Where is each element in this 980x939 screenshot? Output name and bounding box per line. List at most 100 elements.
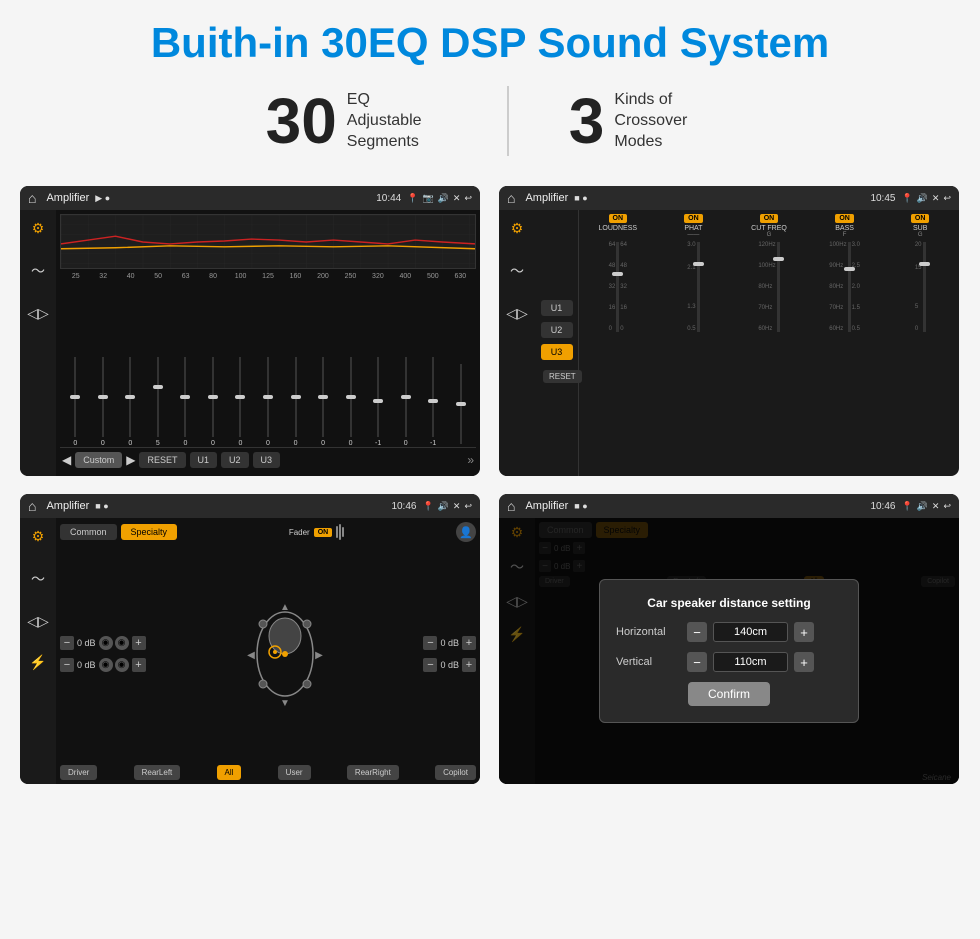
status-icons-3: 📍 🔊 ✕ ↩ bbox=[422, 501, 472, 512]
all-btn[interactable]: All bbox=[217, 765, 242, 780]
stat-eq-number: 30 bbox=[266, 89, 337, 153]
status-bar-3: ⌂ Amplifier ■ ● 10:46 📍 🔊 ✕ ↩ bbox=[20, 494, 480, 518]
freq-250: 250 bbox=[337, 273, 364, 280]
time-4: 10:46 bbox=[870, 501, 895, 512]
spk-wave-icon[interactable]: 〜 bbox=[27, 565, 49, 593]
status-icons-4: 📍 🔊 ✕ ↩ bbox=[901, 501, 951, 512]
db-val-2: 0 dB bbox=[77, 660, 96, 670]
u2-btn[interactable]: U2 bbox=[221, 452, 249, 468]
plus-btn-2[interactable]: + bbox=[132, 658, 146, 672]
speaker-content: ⚙ 〜 ◁▷ ⚡ Common Specialty Fader ON bbox=[20, 518, 480, 784]
horizontal-plus[interactable]: + bbox=[794, 622, 814, 642]
stat-eq-label: EQ Adjustable Segments bbox=[347, 90, 447, 152]
vertical-plus[interactable]: + bbox=[794, 652, 814, 672]
vertical-label: Vertical bbox=[616, 656, 681, 668]
driver-btn[interactable]: Driver bbox=[60, 765, 97, 780]
custom-btn[interactable]: Custom bbox=[75, 452, 122, 468]
phat-label: PHAT bbox=[684, 225, 702, 232]
home-icon-2[interactable]: ⌂ bbox=[507, 190, 515, 206]
u1-btn[interactable]: U1 bbox=[190, 452, 218, 468]
u2-selector[interactable]: U2 bbox=[541, 322, 573, 338]
reset-btn[interactable]: RESET bbox=[139, 452, 185, 468]
db-val-1: 0 dB bbox=[77, 638, 96, 648]
fader-on-badge: ON bbox=[314, 528, 333, 537]
status-bar-4: ⌂ Amplifier ■ ● 10:46 📍 🔊 ✕ ↩ bbox=[499, 494, 959, 518]
spk-vol-icon[interactable]: ◁▷ bbox=[23, 609, 53, 634]
rearleft-btn[interactable]: RearLeft bbox=[134, 765, 181, 780]
slider-10: 0 bbox=[310, 357, 337, 447]
page-title: Buith-in 30EQ DSP Sound System bbox=[151, 20, 829, 66]
gps-icon-2: 📍 bbox=[901, 193, 912, 204]
spk-eq-icon[interactable]: ⚙ bbox=[28, 524, 49, 549]
volume-icon-3: 🔊 bbox=[438, 501, 449, 512]
freq-160: 160 bbox=[282, 273, 309, 280]
sub-type: G bbox=[918, 232, 923, 238]
eq-curve-svg bbox=[61, 215, 475, 268]
plus-btn-3[interactable]: + bbox=[462, 636, 476, 650]
vertical-minus[interactable]: − bbox=[687, 652, 707, 672]
loudness-label: LOUDNESS bbox=[599, 225, 638, 232]
stat-crossover: 3 Kinds of Crossover Modes bbox=[569, 89, 715, 153]
user-icon[interactable]: 👤 bbox=[456, 522, 476, 542]
u1-selector[interactable]: U1 bbox=[541, 300, 573, 316]
stat-eq: 30 EQ Adjustable Segments bbox=[266, 89, 447, 153]
common-tab[interactable]: Common bbox=[60, 524, 117, 540]
horizontal-minus[interactable]: − bbox=[687, 622, 707, 642]
confirm-button[interactable]: Confirm bbox=[688, 682, 770, 706]
cross-vol-icon[interactable]: ◁▷ bbox=[502, 301, 532, 326]
slider-3: 0 bbox=[117, 357, 144, 447]
expand-icon[interactable]: » bbox=[467, 453, 474, 467]
spk-icon-1: ◉ bbox=[99, 636, 113, 650]
cross-body: U1 U2 U3 RESET ON LOUDNESS ON PHAT bbox=[535, 210, 959, 476]
next-arrow[interactable]: ▶ bbox=[126, 453, 135, 467]
copilot-btn[interactable]: Copilot bbox=[435, 765, 476, 780]
eq-freq-labels: 25 32 40 50 63 80 100 125 160 200 250 32… bbox=[60, 273, 476, 280]
user-btn[interactable]: User bbox=[278, 765, 311, 780]
minus-btn-1[interactable]: − bbox=[60, 636, 74, 650]
slider-5: 0 bbox=[172, 357, 199, 447]
spk-icon-4: ◉ bbox=[115, 658, 129, 672]
slider-11: 0 bbox=[337, 357, 364, 447]
bass-type: F bbox=[843, 232, 847, 238]
specialty-tab[interactable]: Specialty bbox=[121, 524, 178, 540]
cross-sidebar: ⚙ 〜 ◁▷ bbox=[499, 210, 535, 476]
slider-4: 5 bbox=[145, 357, 172, 447]
crossover-content: ⚙ 〜 ◁▷ U1 U2 U3 RESET ON LOUDNESS bbox=[499, 210, 959, 476]
minus-btn-2[interactable]: − bbox=[60, 658, 74, 672]
cross-reset-btn[interactable]: RESET bbox=[543, 370, 582, 383]
home-icon-1[interactable]: ⌂ bbox=[28, 190, 36, 206]
plus-btn-4[interactable]: + bbox=[462, 658, 476, 672]
horizontal-row: Horizontal − 140cm + bbox=[616, 622, 842, 642]
eq-graph bbox=[60, 214, 476, 269]
back-icon-2: ↩ bbox=[943, 193, 951, 204]
vol-icon[interactable]: ◁▷ bbox=[23, 301, 53, 326]
svg-text:◀: ◀ bbox=[247, 650, 255, 661]
db-val-3: 0 dB bbox=[440, 638, 459, 648]
wave-icon[interactable]: 〜 bbox=[27, 257, 49, 285]
vertical-value[interactable]: 110cm bbox=[713, 652, 788, 672]
cross-wave-icon[interactable]: 〜 bbox=[506, 257, 528, 285]
minus-btn-4[interactable]: − bbox=[423, 658, 437, 672]
home-icon-3[interactable]: ⌂ bbox=[28, 498, 36, 514]
horizontal-label: Horizontal bbox=[616, 626, 681, 638]
slider-8: 0 bbox=[255, 357, 282, 447]
cross-eq-icon[interactable]: ⚙ bbox=[507, 216, 528, 241]
close-icon-3: ✕ bbox=[453, 501, 461, 512]
dialog-content: ⚙ 〜 ◁▷ ⚡ Common Specialty − bbox=[499, 518, 959, 784]
amplifier-title-4: Amplifier bbox=[525, 500, 568, 512]
minus-btn-3[interactable]: − bbox=[423, 636, 437, 650]
eq-icon[interactable]: ⚙ bbox=[28, 216, 49, 241]
home-icon-4[interactable]: ⌂ bbox=[507, 498, 515, 514]
svg-text:▲: ▲ bbox=[280, 602, 290, 613]
u3-selector[interactable]: U3 bbox=[541, 344, 573, 360]
u3-btn[interactable]: U3 bbox=[253, 452, 281, 468]
slider-12: -1 bbox=[365, 357, 392, 447]
fader-lines bbox=[336, 524, 344, 540]
plus-btn-1[interactable]: + bbox=[132, 636, 146, 650]
prev-arrow[interactable]: ◀ bbox=[62, 453, 71, 467]
fader-label: Fader bbox=[289, 528, 310, 537]
horizontal-value[interactable]: 140cm bbox=[713, 622, 788, 642]
spk-bt-icon[interactable]: ⚡ bbox=[25, 650, 50, 675]
loudness-on: ON bbox=[609, 214, 628, 223]
rearright-btn[interactable]: RearRight bbox=[347, 765, 399, 780]
